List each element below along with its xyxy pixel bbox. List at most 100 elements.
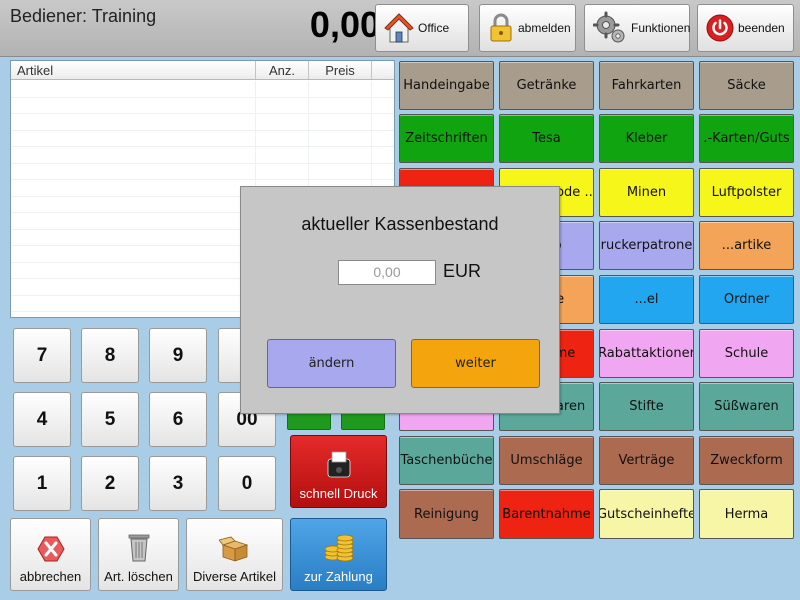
key-8[interactable]: 8 xyxy=(81,328,139,383)
category-label: Barentnahme xyxy=(502,506,591,522)
functions-button[interactable]: Funktionen xyxy=(584,4,690,52)
category-label: Luftpolster xyxy=(711,185,782,200)
to-payment-button[interactable]: zur Zahlung xyxy=(290,518,387,591)
category-button[interactable]: Taschenbüche xyxy=(399,436,494,485)
receipt-printer-icon xyxy=(327,451,350,478)
exit-button[interactable]: beenden xyxy=(697,4,794,52)
category-label: Kleber xyxy=(625,131,668,146)
category-button[interactable]: ruckerpatrone xyxy=(599,221,694,270)
key-4[interactable]: 4 xyxy=(13,392,71,447)
key-7[interactable]: 7 xyxy=(13,328,71,383)
category-label: Taschenbüche xyxy=(400,453,493,468)
category-button[interactable]: Verträge xyxy=(599,436,694,485)
box-icon xyxy=(218,536,248,562)
category-label: Getränke xyxy=(516,78,577,93)
category-button[interactable]: Ordner xyxy=(699,275,794,324)
empty-row xyxy=(11,81,394,98)
cash-balance-dialog: aktueller Kassenbestand 0,00 EUR ändern … xyxy=(240,186,560,414)
office-button[interactable]: Office xyxy=(375,4,469,52)
empty-row xyxy=(11,114,394,131)
category-button[interactable]: ...el xyxy=(599,275,694,324)
category-label: Herma xyxy=(724,506,769,522)
category-button[interactable]: Barentnahme xyxy=(499,489,594,539)
category-label: Ordner xyxy=(723,292,770,307)
cash-amount-input[interactable]: 0,00 xyxy=(338,260,436,285)
empty-row xyxy=(11,163,394,180)
category-button[interactable]: Rabattaktioner xyxy=(599,329,694,378)
category-button[interactable]: Minen xyxy=(599,168,694,217)
category-button[interactable]: ...artike xyxy=(699,221,794,270)
category-label: Süßwaren xyxy=(714,399,779,414)
category-button[interactable]: Umschläge xyxy=(499,436,594,485)
continue-button[interactable]: weiter xyxy=(411,339,540,388)
category-label: Stifte xyxy=(629,399,664,414)
dialog-title: aktueller Kassenbestand xyxy=(301,214,499,234)
top-bar: Bediener: Training 0,00 Office abmelden xyxy=(0,0,800,57)
logout-button[interactable]: abmelden xyxy=(479,4,576,52)
category-button[interactable]: Herma xyxy=(699,489,794,539)
misc-items-button[interactable]: Diverse Artikel xyxy=(186,518,283,591)
empty-row xyxy=(11,130,394,147)
column-header-price[interactable]: Preis xyxy=(309,61,372,79)
gears-icon xyxy=(593,11,625,43)
category-button[interactable]: Handeingabe xyxy=(399,61,494,110)
category-button[interactable]: Stifte xyxy=(599,382,694,431)
category-label: Tesa xyxy=(532,131,561,146)
category-button[interactable]: Säcke xyxy=(699,61,794,110)
quick-print-label: schnell Druck xyxy=(299,486,378,501)
coins-icon xyxy=(324,534,353,562)
empty-row xyxy=(11,97,394,114)
logout-button-label: abmelden xyxy=(518,21,571,35)
delete-item-button[interactable]: Art. löschen xyxy=(98,518,179,591)
category-button[interactable]: Fahrkarten xyxy=(599,61,694,110)
category-button[interactable]: Getränke xyxy=(499,61,594,110)
operator-label: Bediener: Training xyxy=(10,6,157,26)
category-label: ...el xyxy=(634,292,659,307)
category-label: Fahrkarten xyxy=(611,78,682,93)
category-label: ruckerpatrone xyxy=(600,238,693,253)
category-button[interactable]: Reinigung xyxy=(399,489,494,539)
padlock-icon xyxy=(490,13,512,42)
category-label: Verträge xyxy=(618,453,675,468)
key-9[interactable]: 9 xyxy=(149,328,207,383)
article-list-header: Artikel Anz. Preis xyxy=(11,61,394,80)
key-3[interactable]: 3 xyxy=(149,456,207,511)
category-label: Rabattaktioner xyxy=(599,346,694,361)
key-6[interactable]: 6 xyxy=(149,392,207,447)
category-button[interactable]: Süßwaren xyxy=(699,382,794,431)
exit-button-label: beenden xyxy=(738,21,785,35)
category-button[interactable]: Zeitschriften xyxy=(399,114,494,163)
category-label: Handeingabe xyxy=(403,78,490,93)
office-button-label: Office xyxy=(418,21,450,35)
cancel-x-icon xyxy=(36,536,65,562)
key-0[interactable]: 0 xyxy=(218,456,276,511)
category-button[interactable]: .-Karten/Guts xyxy=(699,114,794,163)
green-function-button-2[interactable] xyxy=(341,412,385,430)
column-header-quantity[interactable]: Anz. xyxy=(256,61,309,79)
category-button[interactable]: Luftpolster xyxy=(699,168,794,217)
category-label: Reinigung xyxy=(414,506,479,522)
to-payment-label: zur Zahlung xyxy=(304,569,373,584)
total-amount: 0,00 xyxy=(309,4,380,45)
category-button[interactable]: Kleber xyxy=(599,114,694,163)
category-button[interactable]: Schule xyxy=(699,329,794,378)
category-button[interactable]: Zweckform xyxy=(699,436,794,485)
category-label: Minen xyxy=(626,185,667,200)
category-label: ...artike xyxy=(721,238,772,253)
category-button[interactable]: Tesa xyxy=(499,114,594,163)
category-button[interactable]: Gutscheinhefte xyxy=(599,489,694,539)
key-5[interactable]: 5 xyxy=(81,392,139,447)
category-label: Zeitschriften xyxy=(405,131,488,146)
cancel-button[interactable]: abbrechen xyxy=(10,518,91,591)
empty-row xyxy=(11,147,394,164)
category-label: Gutscheinhefte xyxy=(599,506,694,522)
delete-item-label: Art. löschen xyxy=(104,569,173,584)
change-button[interactable]: ändern xyxy=(267,339,396,388)
key-1[interactable]: 1 xyxy=(13,456,71,511)
green-function-button-1[interactable] xyxy=(287,412,331,430)
quick-print-button[interactable]: schnell Druck xyxy=(290,435,387,508)
key-2[interactable]: 2 xyxy=(81,456,139,511)
house-icon xyxy=(384,13,414,43)
column-header-article[interactable]: Artikel xyxy=(11,61,256,79)
category-label: Zweckform xyxy=(710,453,783,468)
